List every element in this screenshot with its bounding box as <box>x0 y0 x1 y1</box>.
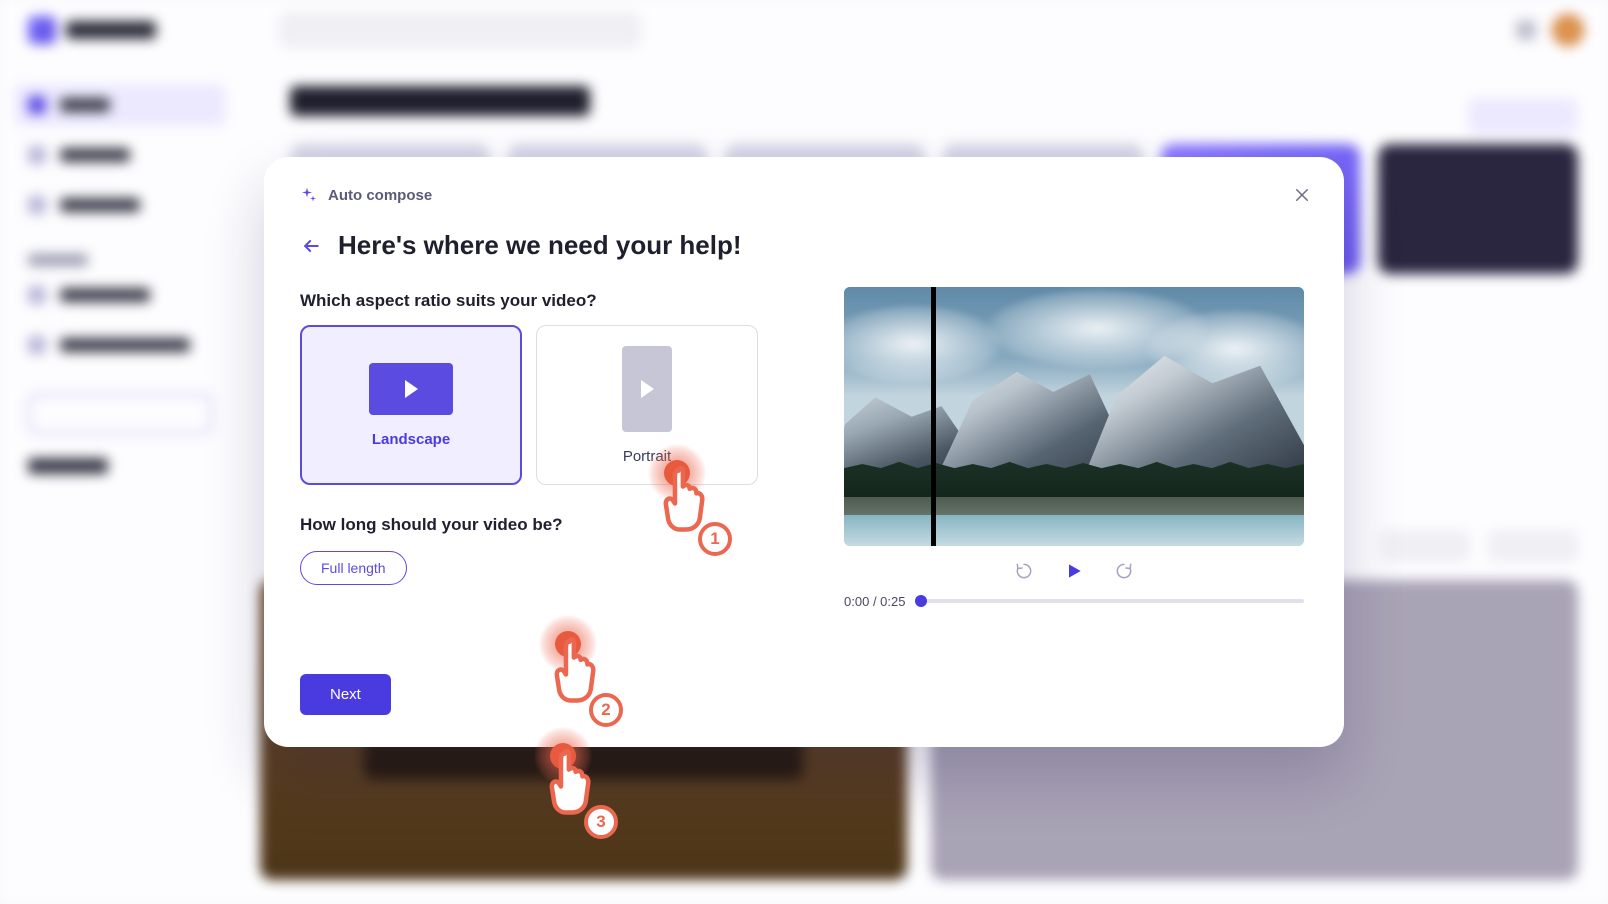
modal-left-panel: Auto compose Here's where we need your h… <box>264 157 804 747</box>
landscape-glyph-icon <box>369 363 453 415</box>
breadcrumb-label: Auto compose <box>328 187 432 204</box>
play-button[interactable] <box>1063 560 1085 582</box>
aspect-landscape-label: Landscape <box>372 431 450 448</box>
modal-right-panel: 0:00 / 0:25 <box>804 157 1344 747</box>
next-button[interactable]: Next <box>300 674 391 715</box>
aspect-option-landscape[interactable]: Landscape <box>300 325 522 485</box>
play-icon <box>641 380 654 398</box>
skip-back-icon <box>1014 561 1034 581</box>
close-icon <box>1293 186 1311 204</box>
modal-breadcrumb: Auto compose <box>300 187 768 204</box>
time-current: 0:00 <box>844 594 869 609</box>
seek-thumb[interactable] <box>915 595 927 607</box>
skip-forward-button[interactable] <box>1113 560 1135 582</box>
seek-bar[interactable] <box>919 599 1304 603</box>
video-timeline: 0:00 / 0:25 <box>844 594 1304 609</box>
video-preview-frame[interactable] <box>844 287 1304 546</box>
aspect-ratio-question: Which aspect ratio suits your video? <box>300 291 768 311</box>
length-question: How long should your video be? <box>300 515 768 535</box>
play-icon <box>1064 561 1084 581</box>
skip-forward-icon <box>1114 561 1134 581</box>
modal-title: Here's where we need your help! <box>338 230 742 261</box>
time-label: 0:00 / 0:25 <box>844 594 905 609</box>
back-button[interactable] <box>300 235 322 257</box>
play-icon <box>405 380 418 398</box>
skip-back-button[interactable] <box>1013 560 1035 582</box>
time-total: 0:25 <box>880 594 905 609</box>
clip-cut-indicator <box>931 287 936 546</box>
sparkle-icon <box>300 188 316 204</box>
modal-backdrop: Auto compose Here's where we need your h… <box>0 0 1608 904</box>
length-option-full-length[interactable]: Full length <box>300 551 407 585</box>
arrow-left-icon <box>301 236 321 256</box>
aspect-portrait-label: Portrait <box>623 448 671 465</box>
close-button[interactable] <box>1288 181 1316 209</box>
video-preview-area: 0:00 / 0:25 <box>844 287 1304 609</box>
portrait-glyph-icon <box>622 346 672 432</box>
player-controls <box>844 560 1304 582</box>
aspect-option-portrait[interactable]: Portrait <box>536 325 758 485</box>
auto-compose-modal: Auto compose Here's where we need your h… <box>264 157 1344 747</box>
